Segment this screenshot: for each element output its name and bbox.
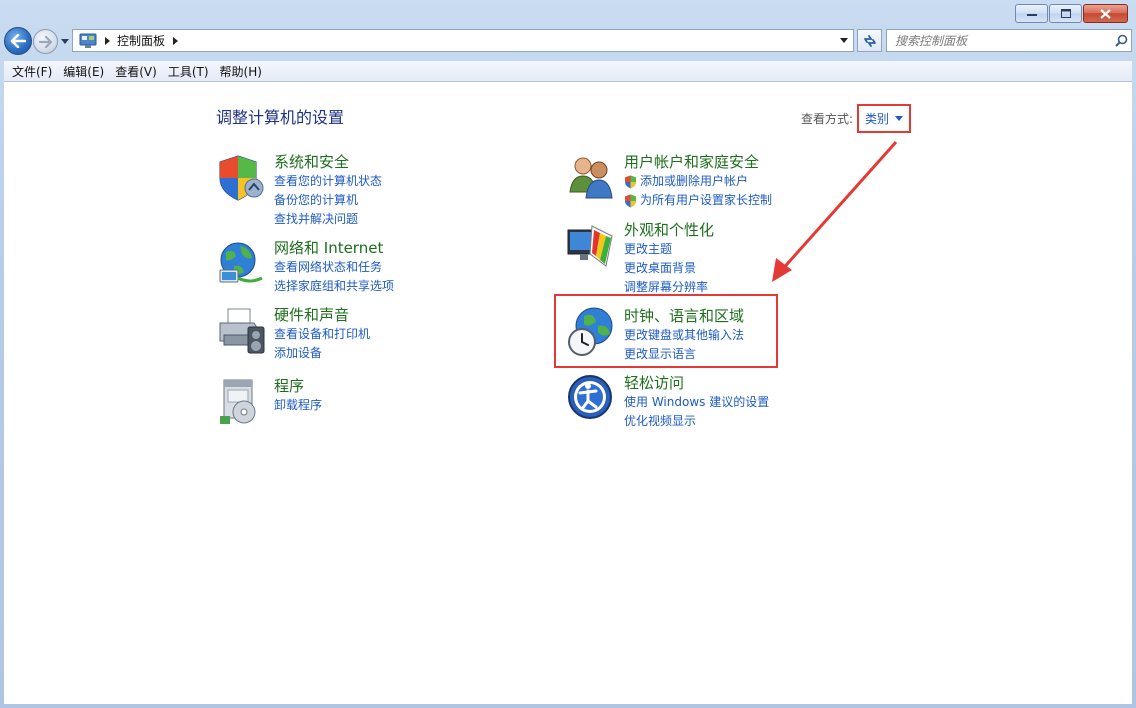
shield-icon[interactable] bbox=[216, 152, 266, 202]
search-input[interactable] bbox=[887, 33, 1111, 48]
link-add-remove-users[interactable]: 添加或删除用户帐户 bbox=[624, 172, 772, 191]
arrow-right-icon bbox=[38, 35, 52, 48]
maximize-icon bbox=[1060, 9, 1071, 18]
navigation-bar: 控制面板 bbox=[4, 27, 1132, 55]
chevron-down-icon bbox=[895, 116, 904, 121]
link-change-theme[interactable]: 更改主题 bbox=[624, 240, 714, 259]
link-network-status[interactable]: 查看网络状态和任务 bbox=[274, 258, 394, 277]
link-windows-recommended-settings[interactable]: 使用 Windows 建议的设置 bbox=[624, 393, 769, 412]
menu-view[interactable]: 查看(V) bbox=[111, 63, 164, 80]
maximize-button[interactable] bbox=[1049, 4, 1082, 23]
address-history-dropdown[interactable] bbox=[837, 33, 851, 48]
recent-pages-dropdown[interactable] bbox=[60, 35, 70, 47]
search-box[interactable] bbox=[886, 29, 1132, 52]
view-by-label: 查看方式: bbox=[801, 112, 854, 126]
menu-edit[interactable]: 编辑(E) bbox=[59, 63, 111, 80]
ease-of-access-icon[interactable] bbox=[566, 373, 616, 423]
refresh-button[interactable] bbox=[857, 29, 882, 52]
category-title[interactable]: 网络和 Internet bbox=[274, 238, 394, 258]
refresh-icon bbox=[863, 34, 876, 47]
chevron-down-icon bbox=[840, 38, 848, 43]
programs-icon[interactable] bbox=[216, 376, 266, 426]
link-homegroup-sharing[interactable]: 选择家庭组和共享选项 bbox=[274, 277, 394, 296]
breadcrumb-separator-icon[interactable] bbox=[103, 36, 111, 45]
category-title[interactable]: 程序 bbox=[274, 376, 322, 396]
link-add-device[interactable]: 添加设备 bbox=[274, 344, 370, 363]
category-title[interactable]: 用户帐户和家庭安全 bbox=[624, 152, 772, 172]
category-appearance: 外观和个性化 更改主题 更改桌面背景 调整屏幕分辨率 bbox=[566, 220, 714, 297]
users-icon[interactable] bbox=[566, 152, 616, 202]
control-panel-icon bbox=[79, 33, 97, 48]
arrow-left-icon bbox=[10, 34, 26, 48]
category-user-accounts: 用户帐户和家庭安全 添加或删除用户帐户 为所有用户设置家长控制 bbox=[566, 152, 772, 210]
minimize-button[interactable] bbox=[1015, 4, 1048, 23]
link-uninstall-program[interactable]: 卸载程序 bbox=[274, 396, 322, 415]
link-backup-computer[interactable]: 备份您的计算机 bbox=[274, 191, 382, 210]
breadcrumb-separator-icon[interactable] bbox=[171, 36, 179, 45]
category-title[interactable]: 硬件和声音 bbox=[274, 305, 370, 325]
search-icon[interactable] bbox=[1111, 34, 1131, 47]
back-button[interactable] bbox=[4, 27, 32, 55]
link-optimize-visual-display[interactable]: 优化视频显示 bbox=[624, 412, 769, 431]
printer-icon[interactable] bbox=[216, 305, 266, 355]
control-panel-content: 调整计算机的设置 查看方式: 类别 系统和安全 查看您的计算机状态 备份您的计算… bbox=[4, 82, 1132, 704]
menu-bar: 文件(F) 编辑(E) 查看(V) 工具(T) 帮助(H) bbox=[4, 61, 1132, 82]
category-programs: 程序 卸载程序 bbox=[216, 376, 322, 426]
category-title[interactable]: 轻松访问 bbox=[624, 373, 769, 393]
link-troubleshoot[interactable]: 查找并解决问题 bbox=[274, 210, 382, 229]
view-by-dropdown[interactable]: 类别 bbox=[857, 104, 912, 133]
appearance-icon[interactable] bbox=[566, 220, 616, 270]
minimize-icon bbox=[1026, 13, 1037, 16]
breadcrumb-control-panel[interactable]: 控制面板 bbox=[117, 32, 165, 49]
category-title[interactable]: 系统和安全 bbox=[274, 152, 382, 172]
chevron-down-icon bbox=[61, 38, 69, 44]
page-title: 调整计算机的设置 bbox=[216, 108, 345, 127]
view-by: 查看方式: 类别 bbox=[801, 104, 912, 133]
caption-buttons bbox=[1015, 4, 1128, 23]
annotation-highlight-box bbox=[554, 294, 778, 368]
address-bar[interactable]: 控制面板 bbox=[72, 29, 854, 52]
menu-help[interactable]: 帮助(H) bbox=[216, 63, 269, 80]
uac-shield-icon bbox=[625, 194, 636, 207]
view-by-value: 类别 bbox=[865, 112, 890, 126]
network-globe-icon[interactable] bbox=[216, 238, 266, 288]
close-icon bbox=[1100, 8, 1111, 19]
forward-button[interactable] bbox=[33, 29, 58, 54]
explorer-window: 控制面板 文件(F) 编辑(E) 查看(V) 工具(T) 帮助(H) bbox=[0, 0, 1136, 708]
category-ease-of-access: 轻松访问 使用 Windows 建议的设置 优化视频显示 bbox=[566, 373, 769, 431]
link-desktop-background[interactable]: 更改桌面背景 bbox=[624, 259, 714, 278]
menu-file[interactable]: 文件(F) bbox=[8, 63, 59, 80]
link-devices-printers[interactable]: 查看设备和打印机 bbox=[274, 325, 370, 344]
category-hardware-sound: 硬件和声音 查看设备和打印机 添加设备 bbox=[216, 305, 370, 363]
category-network-internet: 网络和 Internet 查看网络状态和任务 选择家庭组和共享选项 bbox=[216, 238, 394, 296]
link-parental-controls[interactable]: 为所有用户设置家长控制 bbox=[624, 191, 772, 210]
link-view-computer-status[interactable]: 查看您的计算机状态 bbox=[274, 172, 382, 191]
uac-shield-icon bbox=[625, 175, 636, 188]
close-button[interactable] bbox=[1083, 4, 1128, 23]
category-system-security: 系统和安全 查看您的计算机状态 备份您的计算机 查找并解决问题 bbox=[216, 152, 382, 229]
menu-tools[interactable]: 工具(T) bbox=[164, 63, 216, 80]
category-title[interactable]: 外观和个性化 bbox=[624, 220, 714, 240]
